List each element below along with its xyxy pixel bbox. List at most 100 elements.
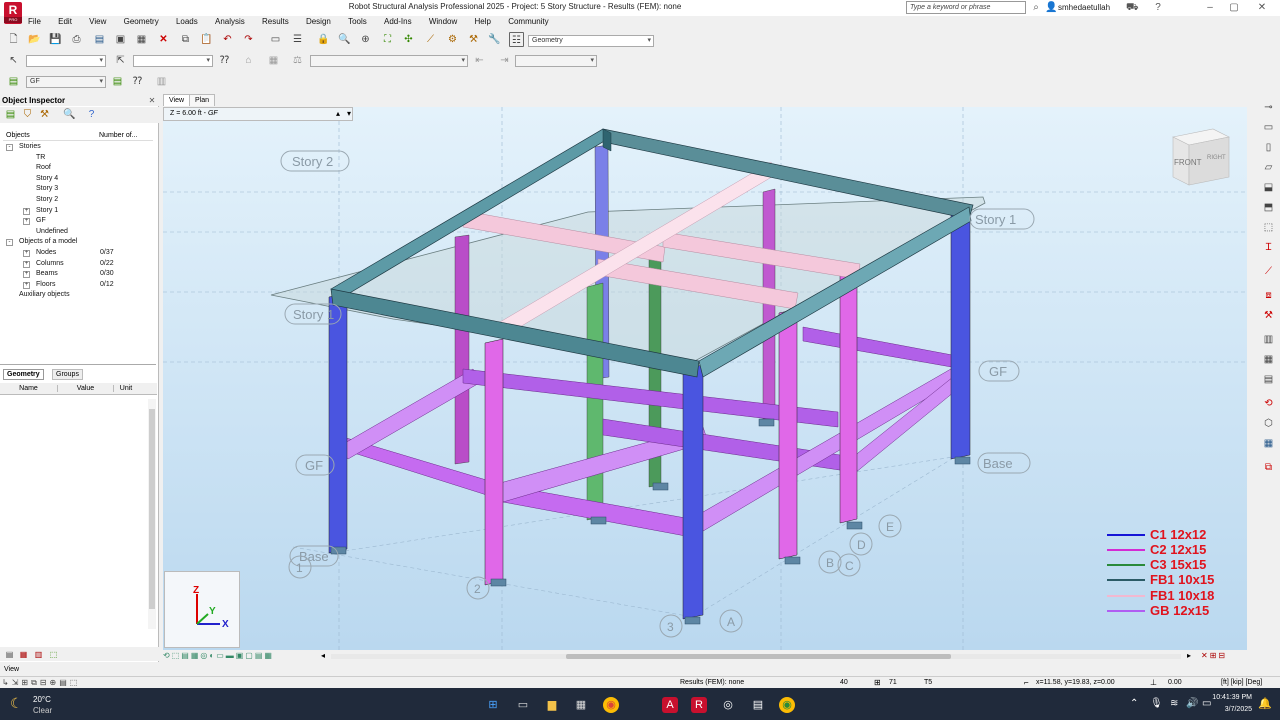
menu-loads[interactable]: Loads: [176, 17, 198, 26]
weather-temp[interactable]: 20°C: [33, 695, 51, 704]
rt-combination-icon[interactable]: ⬡: [1261, 416, 1276, 431]
next-case-icon[interactable]: ⇥: [497, 53, 512, 68]
tree-item[interactable]: + Floors 0/12: [3, 281, 153, 291]
select-special-icon[interactable]: ⇱: [113, 53, 128, 68]
rt-grid3-icon[interactable]: ▤: [1261, 372, 1276, 387]
tree-item[interactable]: Story 3: [3, 185, 153, 195]
status-units[interactable]: [ft] [kip] [Deg]: [1221, 679, 1262, 686]
prev-case-icon[interactable]: ⇤: [472, 53, 487, 68]
tree-item[interactable]: + Columns 0/22: [3, 260, 153, 270]
start-icon[interactable]: ⊞: [485, 697, 501, 713]
new-icon[interactable]: 🗋: [6, 32, 21, 47]
column-c2[interactable]: [484, 338, 504, 586]
tree-item[interactable]: - Stories: [3, 143, 153, 153]
tree-item[interactable]: - Objects of a model: [3, 238, 153, 248]
rt-load-icon[interactable]: ⚒: [1261, 308, 1276, 323]
tab-groups[interactable]: Groups: [52, 369, 83, 380]
tree-expand-icon[interactable]: +: [23, 271, 30, 279]
inspector-filter-icon[interactable]: ⛉: [20, 107, 35, 122]
grid-icon[interactable]: ▥: [154, 74, 169, 89]
status-tools-icon[interactable]: ↳⇲⊞⧉⊟⊕▤⬚: [2, 678, 80, 688]
horizontal-scrollbar[interactable]: [331, 654, 1181, 659]
tree-collapse-icon[interactable]: -: [6, 144, 13, 151]
tree-expand-icon[interactable]: +: [23, 250, 30, 257]
obs-icon[interactable]: ◎: [720, 697, 736, 713]
lock-icon[interactable]: 🔒: [316, 32, 331, 47]
zoom-all-icon[interactable]: ⊕: [358, 32, 373, 47]
cart-icon[interactable]: ⛟: [1126, 2, 1139, 14]
help-search-input[interactable]: Type a keyword or phrase: [906, 1, 1026, 14]
print-icon[interactable]: ⎙: [69, 32, 84, 47]
calc-model-icon[interactable]: ⚖: [290, 53, 305, 68]
rt-table-icon[interactable]: ▦: [1261, 436, 1276, 451]
binoculars-icon[interactable]: ⌕: [1030, 2, 1042, 14]
column-c1[interactable]: [682, 364, 704, 620]
menu-results[interactable]: Results: [262, 17, 289, 26]
rt-solid-icon[interactable]: ⬒: [1261, 200, 1276, 215]
status-grid-icon[interactable]: ⊞: [874, 678, 881, 687]
restore-icon[interactable]: ▢: [1228, 2, 1240, 14]
rt-support-icon[interactable]: ⬓: [1261, 180, 1276, 195]
tray-chevron-icon[interactable]: ⌃: [1130, 698, 1138, 709]
user-name[interactable]: smhedaetullah: [1058, 3, 1110, 12]
tree-item[interactable]: Undefined: [3, 228, 153, 238]
column-c1[interactable]: [328, 292, 348, 554]
rt-grid-icon[interactable]: ▥: [1261, 332, 1276, 347]
selection-filter-select[interactable]: [26, 55, 106, 67]
rt-cube-icon[interactable]: ⬚: [1261, 220, 1276, 235]
menu-analysis[interactable]: Analysis: [215, 17, 245, 26]
tab-geometry[interactable]: Geometry: [3, 369, 44, 380]
column-c2[interactable]: [778, 308, 798, 560]
delete-icon[interactable]: ✕: [156, 32, 171, 47]
layout-select[interactable]: Geometry: [528, 35, 654, 47]
tab-plan[interactable]: Plan: [189, 94, 216, 106]
weather-moon-icon[interactable]: ☾: [10, 695, 23, 712]
inspector-tree-icon[interactable]: ▤: [3, 107, 18, 122]
rt-release-icon[interactable]: ⟋: [1261, 264, 1276, 279]
notifications-icon[interactable]: 🔔: [1258, 697, 1272, 710]
structure-icon[interactable]: ⛶: [380, 32, 395, 47]
rt-offset-icon[interactable]: ⧈: [1261, 288, 1276, 303]
calculator-icon[interactable]: ▦: [134, 32, 149, 47]
menu-tools[interactable]: Tools: [348, 17, 367, 26]
select-cursor-icon[interactable]: ↖: [6, 53, 21, 68]
menu-window[interactable]: Window: [429, 17, 457, 26]
tab-view[interactable]: View: [163, 94, 191, 106]
paste-icon[interactable]: 📋: [199, 32, 214, 47]
column-c3[interactable]: [586, 282, 604, 521]
story-prev-icon[interactable]: ▤: [110, 74, 125, 89]
table-list-icon[interactable]: ☰: [290, 32, 305, 47]
undo-icon[interactable]: ↶: [220, 32, 235, 47]
menu-community[interactable]: Community: [508, 17, 548, 26]
tree-item[interactable]: + GF: [3, 217, 153, 227]
menu-view[interactable]: View: [89, 17, 106, 26]
column-c2[interactable]: [454, 234, 470, 465]
rt-section-icon[interactable]: Ɪ: [1261, 240, 1276, 255]
mic-icon[interactable]: 🎙: [1150, 698, 1163, 709]
tree-item[interactable]: Story 4: [3, 175, 153, 185]
save-icon[interactable]: 💾: [48, 32, 63, 47]
redo-icon[interactable]: ↷: [241, 32, 256, 47]
calculator-app-icon[interactable]: ▤: [750, 697, 766, 713]
results-icon[interactable]: ⚒: [466, 32, 481, 47]
z-down-icon[interactable]: ▾: [347, 109, 351, 118]
section-icon[interactable]: ⟋: [423, 32, 438, 47]
view-end-tools-icon[interactable]: ✕⊞⊟: [1201, 651, 1227, 660]
wifi-icon[interactable]: ≋: [1170, 698, 1178, 709]
menu-addins[interactable]: Add-Ins: [384, 17, 412, 26]
bottom-tool-2-icon[interactable]: ▦: [16, 647, 31, 662]
case-select[interactable]: [310, 55, 468, 67]
chrome-profile-icon[interactable]: ◉: [779, 697, 795, 713]
menu-help[interactable]: Help: [475, 17, 491, 26]
minimize-icon[interactable]: –: [1204, 2, 1216, 14]
rt-bar-icon[interactable]: ▭: [1261, 120, 1276, 135]
help-icon[interactable]: ?: [1152, 2, 1164, 14]
3d-viewport[interactable]: Story 2 Story 1 Story 1 GF GF Base Base …: [163, 107, 1247, 650]
scroll-left-icon[interactable]: ◂: [321, 651, 325, 660]
rt-stack-icon[interactable]: ⧉: [1261, 460, 1276, 475]
rt-column-icon[interactable]: ▯: [1261, 140, 1276, 155]
clock-date[interactable]: 3/7/2025: [1208, 706, 1252, 713]
store-icon[interactable]: ▦: [573, 697, 589, 713]
selection-list-select[interactable]: [133, 55, 213, 67]
column-c1[interactable]: [950, 206, 971, 460]
